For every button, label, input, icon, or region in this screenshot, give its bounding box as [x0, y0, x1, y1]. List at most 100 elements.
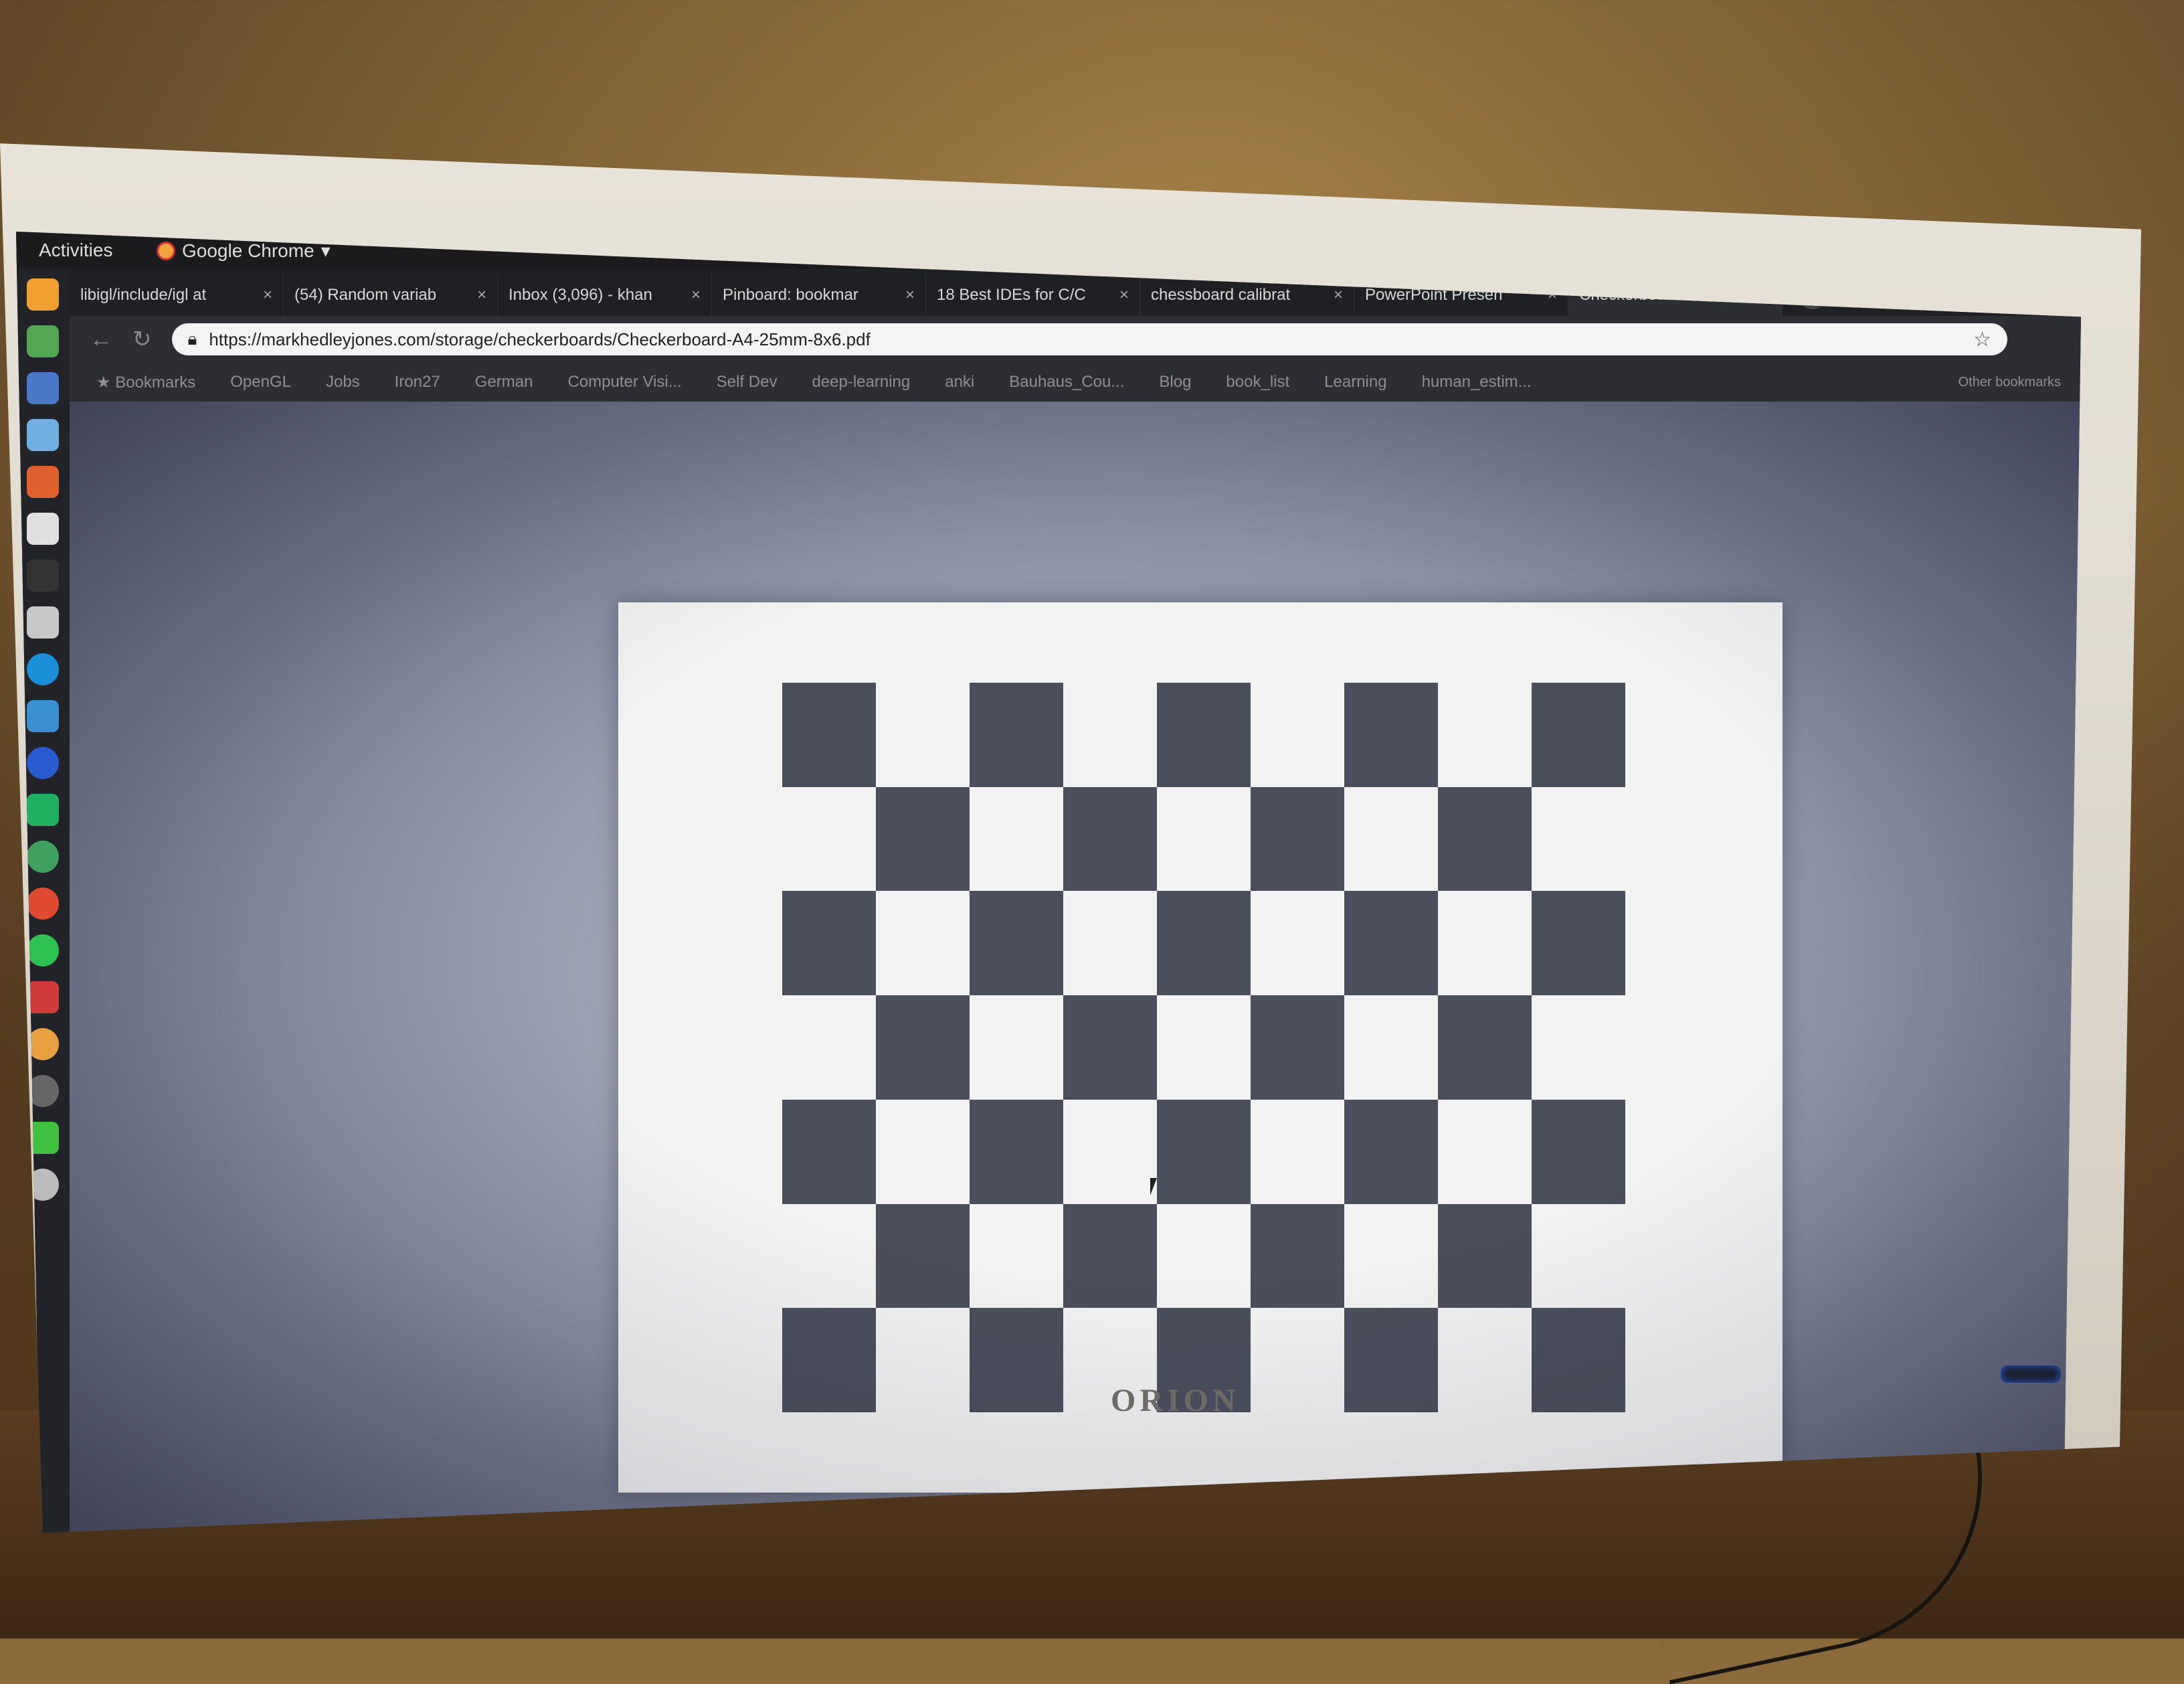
- new-tab-button[interactable]: +: [1796, 276, 1829, 309]
- checker-square-dark: [1532, 891, 1625, 996]
- software-center-icon[interactable]: [27, 466, 59, 498]
- system-tray[interactable]: S ● en ⁂ ◂ ⏻: [1756, 241, 1925, 258]
- checker-square-dark: [1157, 891, 1251, 996]
- checker-square-dark: [970, 1308, 1063, 1412]
- tab-powerpoint[interactable]: PowerPoint Presen ×: [1354, 274, 1568, 316]
- checker-square-light: [1063, 1099, 1157, 1204]
- close-icon[interactable]: ×: [1548, 286, 1557, 305]
- bookmark-item[interactable]: Learning: [1324, 373, 1386, 392]
- sparkle-app-icon[interactable]: [27, 1122, 59, 1154]
- monitor-bezel: Activities Google Chrome ▾ Mo 21:08 S ● …: [0, 143, 2141, 1533]
- bookmark-item[interactable]: Iron27: [395, 373, 440, 392]
- language-indicator[interactable]: en: [1815, 241, 1831, 258]
- bookmark-item[interactable]: Bauhaus_Cou...: [1009, 373, 1124, 392]
- messenger-icon[interactable]: [27, 747, 59, 779]
- reload-button[interactable]: ↻: [132, 326, 152, 353]
- url-text: https://markhedleyjones.com/storage/chec…: [209, 329, 871, 349]
- close-icon[interactable]: ×: [477, 286, 486, 305]
- tab-random-variables[interactable]: (54) Random variab ×: [284, 274, 498, 316]
- bookmark-item[interactable]: Self Dev: [717, 373, 778, 392]
- presentation-icon[interactable]: [27, 513, 59, 545]
- tab-pinboard[interactable]: Pinboard: bookmar ×: [712, 274, 926, 316]
- clock[interactable]: Mo 21:08: [1167, 244, 1234, 262]
- close-icon[interactable]: ×: [1334, 286, 1343, 305]
- close-icon[interactable]: ×: [905, 286, 915, 305]
- checker-square-dark: [1063, 1203, 1157, 1309]
- maximize-button[interactable]: ▫: [2028, 283, 2034, 302]
- close-icon[interactable]: ×: [691, 286, 701, 305]
- bookmark-item[interactable]: OpenGL: [230, 373, 291, 392]
- tab-label: (54) Random variab: [294, 286, 437, 304]
- image-viewer-icon[interactable]: [27, 419, 59, 451]
- address-bar[interactable]: 🔒︎ https://markhedleyjones.com/storage/c…: [171, 323, 2007, 355]
- minimize-button[interactable]: –: [2002, 283, 2011, 302]
- checker-square-dark: [1157, 1099, 1251, 1204]
- checker-square-dark: [1438, 995, 1532, 1100]
- checker-square-dark: [970, 683, 1063, 787]
- mouse-cursor: [1150, 1178, 1164, 1195]
- close-icon[interactable]: ×: [1119, 286, 1129, 305]
- zotero-icon[interactable]: [27, 981, 59, 1013]
- checker-square-dark: [876, 995, 970, 1100]
- other-bookmarks[interactable]: Other bookmarks: [1959, 375, 2081, 390]
- tab-label: Pinboard: bookmar: [723, 286, 858, 304]
- blender-icon[interactable]: [27, 1028, 59, 1060]
- bookmark-item[interactable]: deep-learning: [812, 373, 910, 392]
- checker-square-light: [1438, 1099, 1532, 1204]
- checker-square-light: [1532, 995, 1625, 1100]
- tab-checkerboard[interactable]: Checkerboard-A4-: [1568, 274, 1783, 316]
- app-menu[interactable]: Google Chrome ▾: [157, 240, 331, 262]
- checker-square-dark: [1438, 786, 1532, 892]
- power-icon[interactable]: ⏻: [1914, 241, 1925, 258]
- tray-status-icon: ●: [1785, 241, 1795, 258]
- bookmark-item[interactable]: human_estim...: [1422, 373, 1532, 392]
- lock-icon: 🔒︎: [187, 329, 197, 349]
- checker-square-dark: [1344, 891, 1438, 996]
- checker-square-light: [1063, 683, 1157, 787]
- ubuntu-dock-icon[interactable]: [27, 278, 59, 311]
- document-icon[interactable]: [27, 372, 59, 404]
- bookmark-item[interactable]: Jobs: [326, 373, 360, 392]
- power-led: [2001, 1365, 2061, 1383]
- checker-square-dark: [1344, 1308, 1438, 1412]
- bookmark-item[interactable]: Blog: [1159, 373, 1191, 392]
- close-window-button[interactable]: ×: [2052, 283, 2061, 302]
- bookmark-item[interactable]: anki: [945, 373, 974, 392]
- checker-square-light: [876, 1099, 970, 1204]
- chrome-dock-icon[interactable]: [27, 888, 59, 920]
- window-controls: – ▫ ×: [2002, 269, 2081, 316]
- vscode-icon[interactable]: [27, 700, 59, 732]
- terminal-icon[interactable]: [27, 560, 59, 592]
- bookmark-item[interactable]: book_list: [1226, 373, 1289, 392]
- tab-inbox[interactable]: Inbox (3,096) - khan ×: [498, 274, 712, 316]
- network-icon: ⁂: [1851, 241, 1866, 258]
- checker-square-dark: [1532, 1099, 1625, 1204]
- checker-square-dark: [1344, 683, 1438, 787]
- spreadsheet-icon[interactable]: [27, 325, 59, 357]
- files-icon[interactable]: [27, 606, 59, 639]
- checker-square-dark: [970, 1099, 1063, 1204]
- checker-square-dark: [1063, 786, 1157, 892]
- back-button[interactable]: ←: [90, 327, 112, 353]
- tab-best-ides[interactable]: 18 Best IDEs for C/C ×: [926, 274, 1140, 316]
- chevron-down-icon: ▾: [321, 240, 331, 261]
- tab-chessboard-calibration[interactable]: chessboard calibrat ×: [1140, 274, 1354, 316]
- close-icon[interactable]: ×: [263, 286, 272, 305]
- globe-icon[interactable]: [27, 841, 59, 873]
- checker-square-light: [1251, 891, 1344, 996]
- checker-square-light: [1344, 786, 1438, 892]
- tool-icon[interactable]: [27, 1075, 59, 1107]
- pdf-viewer[interactable]: [70, 402, 2081, 1533]
- checker-square-light: [876, 1308, 970, 1412]
- bookmark-item[interactable]: German: [475, 373, 533, 392]
- skype-icon[interactable]: [27, 653, 59, 685]
- checker-square-light: [876, 891, 970, 996]
- bookmark-star-icon[interactable]: ☆: [1973, 328, 1991, 351]
- activities-button[interactable]: Activities: [39, 240, 112, 261]
- checker-square-light: [970, 786, 1063, 892]
- bookmarks-folder[interactable]: ★ Bookmarks: [96, 373, 195, 392]
- tab-libigl[interactable]: libigl/include/igl at ×: [70, 274, 284, 316]
- bookmark-item[interactable]: Computer Visi...: [567, 373, 681, 392]
- whatsapp-icon[interactable]: [27, 934, 59, 966]
- pycharm-icon[interactable]: [27, 794, 59, 826]
